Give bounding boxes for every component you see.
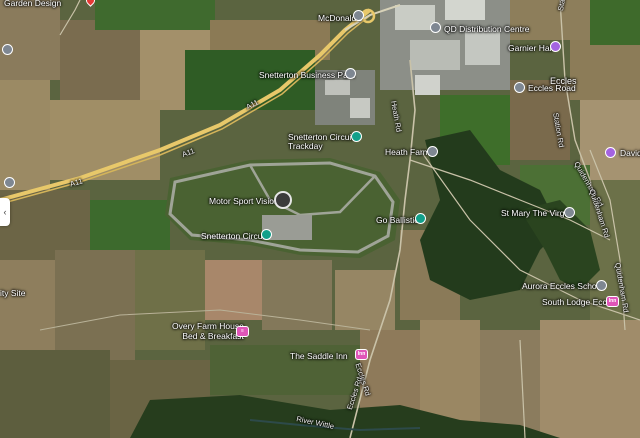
label-snetterton-trackday[interactable]: Snetterton Circuit Trackday (288, 133, 358, 151)
go-ballistic-pin-icon[interactable] (415, 213, 426, 224)
label-saddle-inn[interactable]: The Saddle Inn (290, 351, 348, 361)
label-eccles-road[interactable]: Eccles Road (528, 83, 576, 93)
circuit-pin-icon[interactable] (261, 229, 272, 240)
hotel-pin-icon[interactable]: ≡ (236, 326, 249, 337)
place-pin-icon-purple[interactable] (605, 147, 616, 158)
lodging-badge-text: Inn (608, 298, 617, 304)
school-pin-icon[interactable] (596, 280, 607, 291)
satellite-imagery (0, 0, 640, 438)
hall-pin-icon[interactable] (550, 41, 561, 52)
label-st-mary[interactable]: St Mary The Virgin (501, 208, 571, 218)
label-overy-farm[interactable]: Overy Farm House Bed & Breakfast (172, 321, 244, 341)
label-snetterton-circuit[interactable]: Snetterton Circuit (201, 231, 267, 241)
place-pin-icon[interactable] (2, 44, 13, 55)
label-heath-farm[interactable]: Heath Farm (385, 147, 430, 157)
label-motor-sport-vision[interactable]: Motor Sport Vision (209, 196, 279, 206)
label-garden-design[interactable]: Garden Design (4, 0, 61, 8)
inn-badge-text: Inn (357, 351, 366, 357)
lodging-pin-icon[interactable]: Inn (606, 296, 619, 307)
train-station-pin-icon[interactable] (514, 82, 525, 93)
label-qd-distribution[interactable]: QD Distribution Centre (444, 24, 530, 34)
restaurant-pin-icon[interactable] (353, 10, 364, 21)
side-panel-toggle-button[interactable]: ‹ (0, 198, 10, 226)
chevron-left-icon: ‹ (3, 207, 7, 217)
hotel-badge-text: ≡ (241, 328, 244, 334)
farm-pin-icon[interactable] (427, 146, 438, 157)
label-go-ballistic[interactable]: Go Ballistic (376, 215, 419, 225)
business-pin-icon[interactable] (430, 22, 441, 33)
business-park-pin-icon[interactable] (345, 68, 356, 79)
motor-sport-vision-logo-icon[interactable] (274, 191, 292, 209)
label-city-site[interactable]: ity Site (0, 288, 26, 298)
label-snetterton-business-park[interactable]: Snetterton Business Park (259, 70, 355, 80)
trackday-pin-icon[interactable] (351, 131, 362, 142)
inn-pin-icon[interactable]: Inn (355, 349, 368, 360)
label-aurora-eccles-school[interactable]: Aurora Eccles School (522, 281, 603, 291)
church-pin-icon[interactable] (564, 207, 575, 218)
satellite-map[interactable]: Garden Design McDonald's QD Distribution… (0, 0, 640, 438)
place-pin-icon-2[interactable] (4, 177, 15, 188)
label-garnier-hall[interactable]: Garnier Hall (508, 43, 553, 53)
label-david[interactable]: David (620, 148, 640, 158)
